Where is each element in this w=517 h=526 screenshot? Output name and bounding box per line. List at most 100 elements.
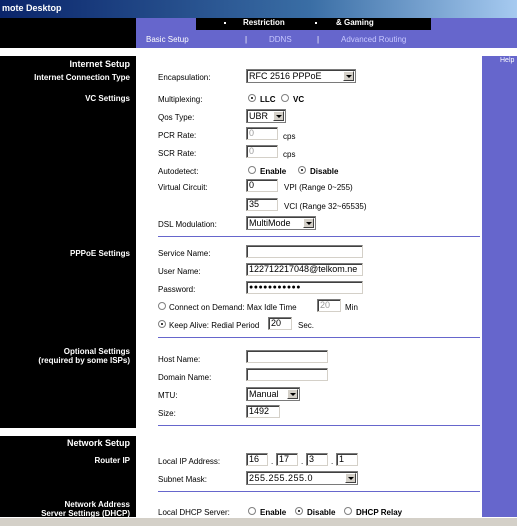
mtu-select[interactable]: Manual [246, 387, 300, 401]
vci-input[interactable]: 35 [246, 198, 278, 211]
mtu-size-input[interactable]: 1492 [246, 405, 280, 418]
section-divider [158, 236, 480, 237]
section-sidebar: Internet Setup Internet Connection Type … [0, 48, 136, 518]
section-divider [158, 425, 480, 426]
local-ip-label: Local IP Address: [158, 457, 221, 466]
vpi-input[interactable]: 0 [246, 179, 278, 192]
chevron-down-icon[interactable] [273, 111, 284, 121]
host-name-input[interactable] [246, 350, 328, 363]
qos-type-select[interactable]: UBR [246, 109, 286, 123]
multiplexing-llc-label: LLC [260, 95, 276, 104]
help-band [482, 48, 517, 56]
ip-dot: . [301, 457, 304, 466]
ip-dot: . [271, 457, 274, 466]
keep-alive-radio[interactable] [158, 320, 166, 328]
encapsulation-value: RFC 2516 PPPoE [249, 71, 322, 81]
autodetect-enable-radio[interactable] [248, 166, 256, 174]
label-optional-settings: Optional Settings [63, 347, 130, 356]
service-name-label: Service Name: [158, 249, 211, 258]
pcr-rate-unit: cps [283, 132, 296, 141]
chevron-down-icon[interactable] [303, 218, 314, 228]
chevron-down-icon[interactable] [343, 71, 354, 81]
section-divider [158, 491, 480, 492]
dhcp-relay-label: DHCP Relay [356, 508, 403, 517]
domain-name-input[interactable] [246, 368, 328, 381]
mtu-value: Manual [249, 389, 279, 399]
vci-hint: VCI (Range 32~65535) [284, 202, 367, 211]
local-ip-octet-1[interactable]: 16 [246, 453, 268, 466]
label-router-ip: Router IP [94, 456, 130, 465]
qos-type-label: Qos Type: [158, 113, 195, 122]
host-name-label: Host Name: [158, 355, 201, 364]
subnet-mask-label: Subnet Mask: [158, 475, 207, 484]
connect-on-demand-radio[interactable] [158, 302, 166, 310]
help-panel: Help [482, 48, 517, 517]
connect-on-demand-label: Connect on Demand: Max Idle Time [169, 303, 297, 312]
qos-type-value: UBR [249, 111, 269, 121]
multiplexing-vc-label: VC [293, 95, 305, 104]
tab-restriction[interactable]: Restriction [243, 18, 285, 27]
service-name-input[interactable] [246, 245, 363, 258]
top-navigation: Restriction & Gaming Basic Setup | DDNS … [136, 18, 517, 48]
tab-gaming[interactable]: & Gaming [336, 18, 374, 27]
dsl-modulation-select[interactable]: MultiMode [246, 216, 316, 230]
user-name-label: User Name: [158, 267, 201, 276]
main-band [136, 48, 482, 56]
multiplexing-label: Multiplexing: [158, 95, 203, 104]
main-form: Encapsulation: RFC 2516 PPPoE Multiplexi… [136, 48, 482, 517]
help-link[interactable]: Help [500, 57, 514, 64]
label-pppoe-settings: PPPoE Settings [69, 249, 130, 258]
local-ip-octet-4[interactable]: 1 [336, 453, 358, 466]
keep-alive-label: Keep Alive: Redial Period [169, 321, 260, 330]
tab-dot [315, 22, 317, 24]
chevron-down-icon[interactable] [345, 473, 356, 483]
subnet-mask-select[interactable]: 255.255.255.0 [246, 471, 358, 485]
subtab-advanced-routing[interactable]: Advanced Routing [341, 35, 406, 44]
subtab-basic-setup[interactable]: Basic Setup [146, 35, 189, 44]
window-title: mote Desktop [2, 3, 62, 13]
label-network-address: Network Address [64, 500, 131, 509]
size-label: Size: [158, 409, 176, 418]
topnav-left-black [0, 18, 136, 48]
section-network-setup: Network Setup [66, 438, 130, 448]
autodetect-label: Autodetect: [158, 167, 199, 176]
tab-dot [224, 22, 226, 24]
subtab-ddns[interactable]: DDNS [269, 35, 292, 44]
autodetect-disable-radio[interactable] [298, 166, 306, 174]
dhcp-enable-radio[interactable] [248, 507, 256, 515]
virtual-circuit-label: Virtual Circuit: [158, 183, 208, 192]
sidebar-band [0, 428, 136, 436]
mtu-label: MTU: [158, 391, 178, 400]
autodetect-enable-label: Enable [260, 167, 287, 176]
section-divider [158, 337, 480, 338]
sub-navigation: Basic Setup | DDNS | Advanced Routing [136, 31, 517, 48]
multiplexing-llc-radio[interactable] [248, 94, 256, 102]
dhcp-disable-radio[interactable] [295, 507, 303, 515]
password-input[interactable]: ●●●●●●●●●●● [246, 281, 363, 294]
domain-name-label: Domain Name: [158, 373, 212, 382]
window-bottom-bar [0, 517, 517, 526]
label-vc-settings: VC Settings [85, 94, 130, 103]
chevron-down-icon[interactable] [287, 389, 298, 399]
redial-period-input[interactable]: 20 [268, 317, 292, 330]
main-band [136, 428, 482, 436]
sidebar-band [0, 48, 136, 56]
encapsulation-select[interactable]: RFC 2516 PPPoE [246, 69, 356, 83]
local-ip-octet-3[interactable]: 3 [306, 453, 328, 466]
ip-dot: . [331, 457, 334, 466]
user-name-input[interactable]: 122712217048@telkom.ne [246, 263, 363, 276]
multiplexing-vc-radio[interactable] [281, 94, 289, 102]
scr-rate-label: SCR Rate: [158, 149, 197, 158]
dhcp-relay-radio[interactable] [344, 507, 352, 515]
window-titlebar: mote Desktop [0, 0, 517, 18]
subnet-mask-value: 255.255.255.0 [249, 473, 314, 483]
pcr-rate-input[interactable]: 0 [246, 127, 278, 140]
label-internet-connection-type: Internet Connection Type [34, 73, 130, 82]
section-internet-setup: Internet Setup [69, 59, 130, 69]
max-idle-time-input[interactable]: 20 [317, 299, 341, 312]
dsl-modulation-value: MultiMode [249, 218, 291, 228]
scr-rate-input[interactable]: 0 [246, 145, 278, 158]
dsl-modulation-label: DSL Modulation: [158, 220, 217, 229]
local-ip-octet-2[interactable]: 17 [276, 453, 298, 466]
autodetect-disable-label: Disable [310, 167, 339, 176]
